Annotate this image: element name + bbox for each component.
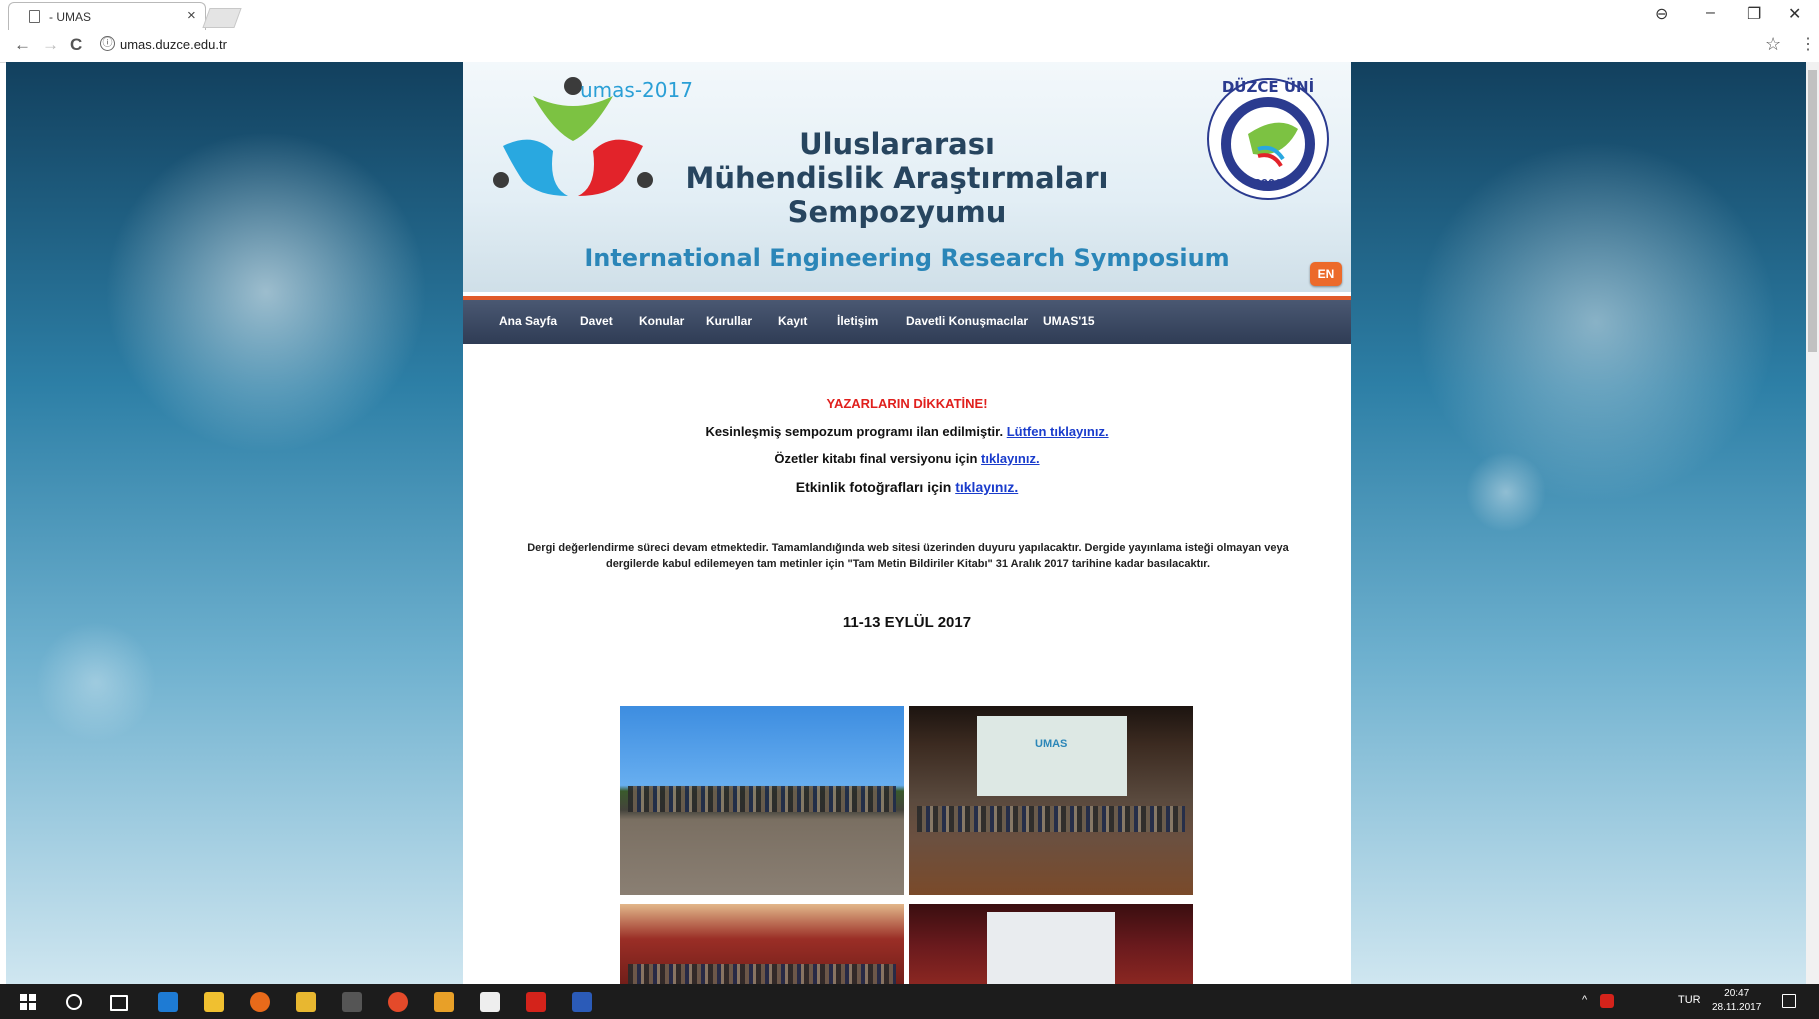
forward-button[interactable]: → <box>42 35 59 55</box>
store-icon[interactable] <box>204 992 224 1012</box>
event-photo-group-stage[interactable]: UMAS <box>909 706 1193 895</box>
tray-chevron-icon[interactable]: ^ <box>1582 994 1587 1006</box>
reload-button[interactable]: C <box>70 35 82 55</box>
journal-note: Dergi değerlendirme süreci devam etmekte… <box>527 542 1289 570</box>
event-date-heading: 11-13 EYLÜL 2017 <box>842 614 972 631</box>
acrobat-icon[interactable] <box>526 992 546 1012</box>
nav-item-iletisim[interactable]: İletişim <box>837 314 878 328</box>
projector-screen <box>987 912 1115 984</box>
close-window-button[interactable]: ✕ <box>1788 4 1801 24</box>
app-icon[interactable] <box>342 992 362 1012</box>
nav-item-konular[interactable]: Konular <box>639 314 684 328</box>
nav-item-kayit[interactable]: Kayıt <box>778 314 807 328</box>
search-icon[interactable] <box>66 994 82 1010</box>
tray-language[interactable]: TUR <box>1678 994 1701 1006</box>
bookmark-star-icon[interactable]: ☆ <box>1765 34 1781 55</box>
university-seal: DÜZCE ÜNİ 2006 <box>1207 77 1329 200</box>
word-icon[interactable] <box>572 992 592 1012</box>
tray-acrobat-icon[interactable] <box>1600 994 1614 1008</box>
task-view-icon[interactable] <box>110 995 128 1011</box>
url-text[interactable]: umas.duzce.edu.tr <box>120 37 227 52</box>
nav-item-davet[interactable]: Davet <box>580 314 613 328</box>
slide-text: UMAS <box>1035 738 1068 750</box>
logo-text: umas-2017 <box>580 78 693 102</box>
main-nav: Ana Sayfa Davet Konular Kurullar Kayıt İ… <box>463 296 1351 344</box>
address-bar[interactable]: ⓘ umas.duzce.edu.tr <box>92 33 1772 57</box>
event-photo-group-outdoor[interactable] <box>620 706 904 895</box>
svg-text:DÜZCE ÜNİ: DÜZCE ÜNİ <box>1222 77 1314 96</box>
profile-icon[interactable]: ⊖ <box>1655 4 1668 24</box>
abstracts-announcement: Özetler kitabı final versiyonu için tıkl… <box>463 451 1351 466</box>
svg-text:2006: 2006 <box>1254 178 1282 189</box>
address-bar-row: ← → C ⓘ umas.duzce.edu.tr ☆ ⋮ <box>0 30 1819 63</box>
nav-item-umas15[interactable]: UMAS'15 <box>1043 314 1095 328</box>
projector-screen: UMAS <box>977 716 1127 796</box>
program-text: Kesinleşmiş sempozum programı ilan edilm… <box>705 424 1004 439</box>
photos-announcement: Etkinlik fotoğrafları için tıklayınız. <box>463 479 1351 495</box>
tab-close-icon[interactable]: × <box>187 7 196 24</box>
abstracts-link[interactable]: tıklayınız. <box>981 451 1040 466</box>
page-icon <box>29 10 40 23</box>
photo-crowd <box>628 786 896 812</box>
photos-text: Etkinlik fotoğrafları için <box>795 479 952 495</box>
chrome-menu-icon[interactable]: ⋮ <box>1800 34 1816 54</box>
nav-item-ana-sayfa[interactable]: Ana Sayfa <box>499 314 557 328</box>
nav-item-kurullar[interactable]: Kurullar <box>706 314 752 328</box>
event-photo-audience[interactable] <box>620 904 904 984</box>
subtitle: International Engineering Research Sympo… <box>584 244 1230 272</box>
authors-warning: YAZARLARIN DİKKATİNE! <box>826 396 988 411</box>
tab-title: - UMAS <box>49 10 91 24</box>
page-scrollbar[interactable] <box>1806 62 1819 984</box>
chrome-icon[interactable] <box>388 992 408 1012</box>
header-banner: umas-2017 Uluslararası Mühendislik Araşt… <box>463 62 1351 292</box>
page-viewport: umas-2017 Uluslararası Mühendislik Araşt… <box>6 62 1806 984</box>
site-container: umas-2017 Uluslararası Mühendislik Araşt… <box>463 62 1351 984</box>
new-tab-button[interactable] <box>202 8 242 28</box>
nav-item-davetli-konusmacilar[interactable]: Davetli Konuşmacılar <box>906 314 1028 328</box>
tab-strip: - UMAS × ⊖ – ❐ ✕ <box>0 0 1819 30</box>
clock-time: 20:47 <box>1724 988 1750 999</box>
back-button[interactable]: ← <box>14 35 31 55</box>
media-player-icon[interactable] <box>434 992 454 1012</box>
event-photo-speaker[interactable] <box>909 904 1193 984</box>
windows-start-icon[interactable] <box>20 994 36 1010</box>
scrollbar-thumb[interactable] <box>1808 70 1817 352</box>
info-icon[interactable]: ⓘ <box>100 36 115 51</box>
photo-crowd <box>917 806 1185 832</box>
program-announcement: Kesinleşmiş sempozum programı ilan edilm… <box>463 424 1351 439</box>
photos-link[interactable]: tıklayınız. <box>955 479 1018 495</box>
clock-date: 28.11.2017 <box>1712 1002 1762 1013</box>
browser-tab[interactable]: - UMAS × <box>8 2 206 30</box>
minimize-button[interactable]: – <box>1706 4 1715 22</box>
abstracts-text: Özetler kitabı final versiyonu için <box>774 451 978 466</box>
mail-icon[interactable] <box>480 992 500 1012</box>
language-en-button[interactable]: EN <box>1310 262 1342 286</box>
photo-crowd <box>628 964 896 984</box>
windows-taskbar: ^ TUR 20:47 28.11.2017 <box>0 984 1819 1019</box>
program-link[interactable]: Lütfen tıklayınız. <box>1007 424 1109 439</box>
firefox-icon[interactable] <box>250 992 270 1012</box>
file-explorer-icon[interactable] <box>296 992 316 1012</box>
edge-icon[interactable] <box>158 992 178 1012</box>
notification-icon[interactable] <box>1782 994 1796 1008</box>
restore-button[interactable]: ❐ <box>1747 4 1761 24</box>
taskbar-clock[interactable]: 20:47 28.11.2017 <box>1712 987 1761 1015</box>
